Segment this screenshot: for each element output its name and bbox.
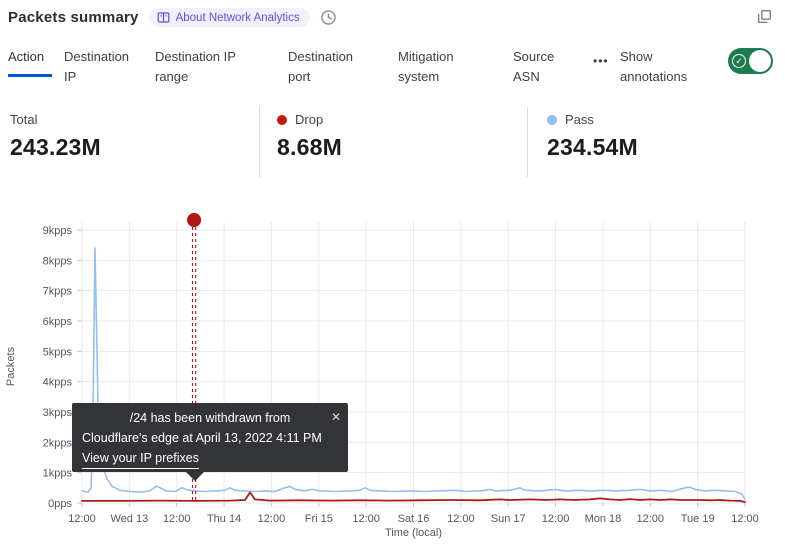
tab-destination-port-label: Destination port [288, 49, 353, 84]
x-axis-tick-label: 12:00 [542, 513, 570, 525]
x-axis-tick-label: Sat 16 [398, 513, 430, 525]
dimension-tabs: Action Destination IP Destination IP ran… [0, 46, 785, 92]
annotation-tooltip-text-line1: /24 has been withdrawn from [82, 408, 338, 428]
x-axis-tick-label: 12:00 [731, 513, 759, 525]
y-axis-tick-label: 8kpps [43, 255, 73, 267]
tab-mitigation-system-label: Mitigation system [398, 49, 454, 84]
x-axis-tick-label: 12:00 [68, 513, 96, 525]
y-axis-tick-label: 1kpps [43, 468, 73, 480]
show-annotations-label: Show annotations [620, 47, 704, 87]
x-axis-tick-label: Fri 15 [305, 513, 333, 525]
copy-panel-icon[interactable] [756, 8, 773, 25]
stat-total-label: Total [10, 112, 37, 127]
tab-action[interactable]: Action [8, 47, 44, 67]
book-icon [157, 11, 170, 24]
x-axis-tick-label: 12:00 [163, 513, 191, 525]
stat-total-value: 243.23M [10, 134, 259, 161]
stat-pass: Pass 234.54M [527, 107, 785, 177]
packets-summary-panel: Packets summary About Network Analytics … [0, 0, 785, 555]
stat-drop: Drop 8.68M [259, 107, 527, 177]
x-axis-tick-label: Wed 13 [110, 513, 148, 525]
annotation-marker[interactable] [187, 213, 201, 227]
x-axis-tick-label: Thu 14 [207, 513, 241, 525]
y-axis-title: Packets [5, 346, 17, 386]
show-annotations-toggle[interactable]: ✓ [728, 48, 773, 74]
view-ip-prefixes-link[interactable]: View your IP prefixes [82, 448, 199, 469]
y-axis-tick-label: 2kpps [43, 437, 73, 449]
x-axis-tick-label: 12:00 [352, 513, 380, 525]
annotation-tooltip-text-line2: Cloudflare's edge at April 13, 2022 4:11… [82, 428, 338, 448]
drop-legend-dot-icon [277, 115, 287, 125]
y-axis-tick-label: 7kpps [43, 286, 73, 298]
tab-mitigation-system[interactable]: Mitigation system [398, 47, 468, 87]
tab-source-asn[interactable]: Source ASN [513, 47, 565, 87]
tab-destination-ip-range[interactable]: Destination IP range [155, 47, 255, 87]
tab-destination-ip[interactable]: Destination IP [64, 47, 140, 87]
stat-pass-label: Pass [565, 112, 594, 127]
y-axis-tick-label: 0pps [48, 498, 72, 510]
x-axis-tick-label: 12:00 [258, 513, 286, 525]
about-badge-label: About Network Analytics [176, 12, 300, 24]
x-axis-tick-label: Tue 19 [681, 513, 715, 525]
x-axis-tick-label: 12:00 [447, 513, 475, 525]
stat-drop-label: Drop [295, 112, 323, 127]
stat-drop-value: 8.68M [277, 134, 527, 161]
tab-destination-ip-range-label: Destination IP range [155, 49, 236, 84]
about-network-analytics-badge[interactable]: About Network Analytics [149, 8, 310, 27]
tab-source-asn-label: Source ASN [513, 49, 554, 84]
x-axis-tick-label: Sun 17 [491, 513, 526, 525]
x-axis-tick-label: 12:00 [637, 513, 665, 525]
pass-legend-dot-icon [547, 115, 557, 125]
more-tabs-ellipsis-icon[interactable]: ••• [593, 54, 609, 68]
tab-action-label: Action [8, 49, 44, 64]
series-drop-line [82, 492, 745, 502]
tooltip-close-icon[interactable]: ✕ [331, 407, 341, 427]
y-axis-tick-label: 4kpps [43, 377, 73, 389]
y-axis-tick-label: 3kpps [43, 407, 73, 419]
x-axis-title: Time (local) [385, 527, 442, 539]
tab-destination-port[interactable]: Destination port [288, 47, 368, 87]
annotation-tooltip: /24 has been withdrawn from Cloudflare's… [72, 403, 348, 472]
totals-row: Total 243.23M Drop 8.68M Pass 234.54M [0, 107, 785, 177]
toggle-check-icon: ✓ [732, 54, 746, 68]
y-axis-tick-label: 6kpps [43, 316, 73, 328]
active-tab-underline [8, 74, 52, 77]
x-axis-tick-label: Mon 18 [585, 513, 622, 525]
page-title: Packets summary [8, 9, 139, 26]
stat-pass-value: 234.54M [547, 134, 785, 161]
panel-header: Packets summary About Network Analytics [8, 8, 337, 27]
stat-total: Total 243.23M [0, 107, 259, 177]
y-axis-tick-label: 5kpps [43, 346, 73, 358]
toggle-knob [749, 50, 771, 72]
y-axis-tick-label: 9kpps [43, 225, 73, 237]
time-period-clock-icon[interactable] [320, 9, 337, 26]
tab-destination-ip-label: Destination IP [64, 49, 129, 84]
